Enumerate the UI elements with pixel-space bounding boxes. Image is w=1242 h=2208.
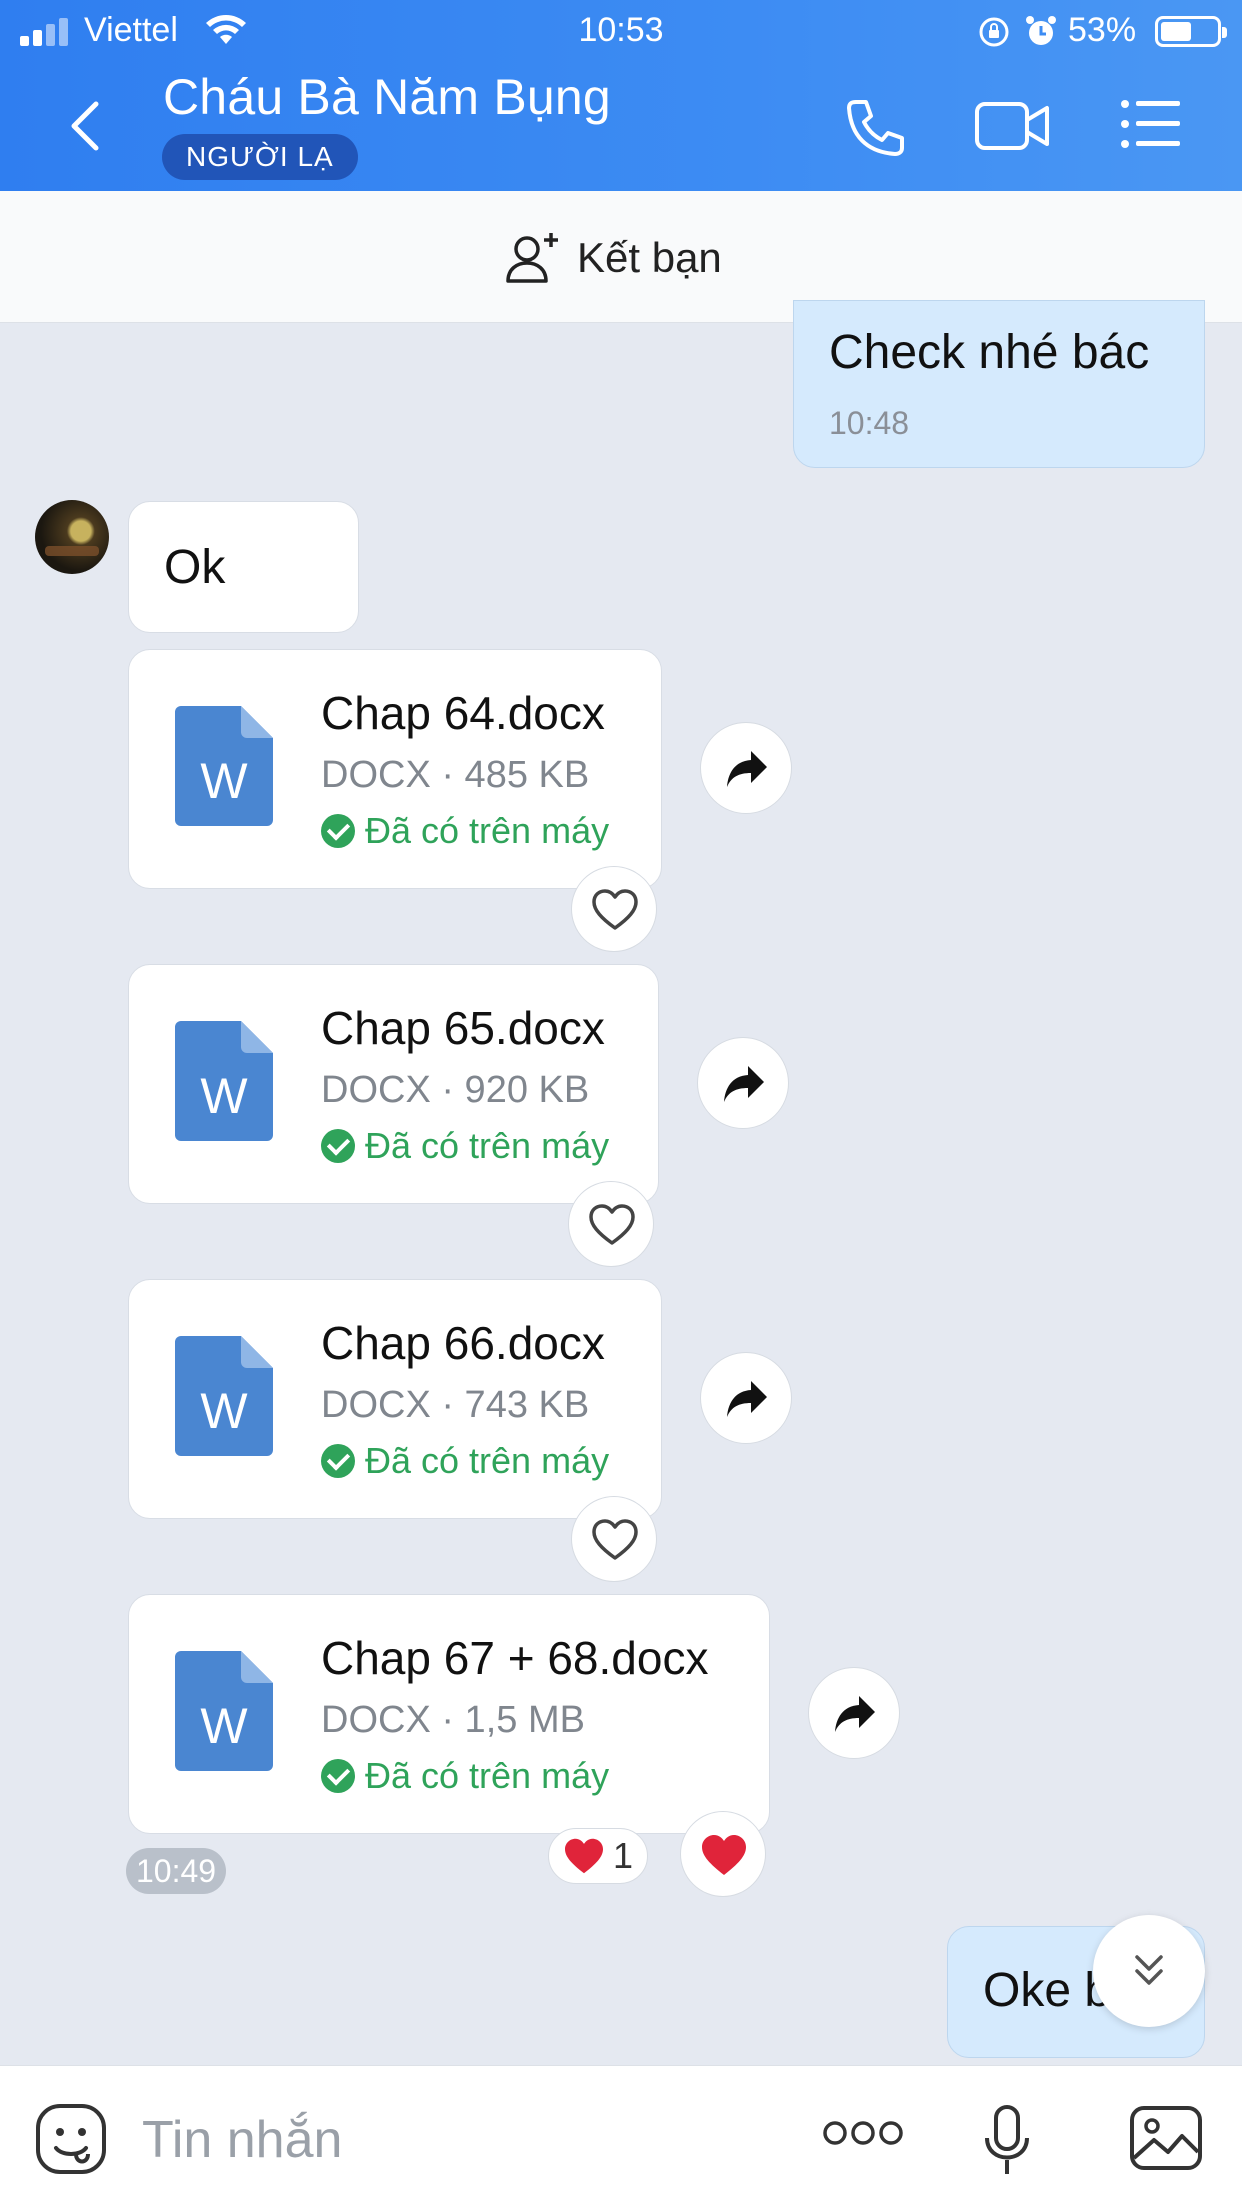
word-doc-icon: W xyxy=(175,1651,273,1771)
file-status: Đã có trên máy xyxy=(321,1755,609,1797)
add-user-icon xyxy=(506,233,558,283)
message-input[interactable]: Tin nhắn xyxy=(142,2110,342,2170)
file-status-text: Đã có trên máy xyxy=(365,1440,610,1481)
forward-button[interactable] xyxy=(697,1037,789,1129)
word-doc-icon: W xyxy=(175,1336,273,1456)
file-name: Chap 67 + 68.docx xyxy=(321,1632,709,1684)
forward-icon xyxy=(727,751,767,787)
avatar[interactable] xyxy=(35,500,109,574)
received-message[interactable]: Ok xyxy=(128,501,359,633)
file-name: Chap 66.docx xyxy=(321,1317,605,1369)
heart-filled-icon xyxy=(702,1835,746,1875)
phone-call-icon[interactable] xyxy=(842,96,908,162)
back-icon[interactable] xyxy=(62,96,112,156)
message-text: Oke b xyxy=(983,1964,1112,2017)
file-status-text: Đã có trên máy xyxy=(365,1755,610,1796)
word-doc-icon: W xyxy=(175,706,273,826)
word-doc-icon: W xyxy=(175,1021,273,1141)
file-status: Đã có trên máy xyxy=(321,1125,609,1167)
react-heart-button[interactable] xyxy=(680,1811,766,1897)
chat-header: Viettel 10:53 53% Cháu Bà Năm Bụng NGƯỜI… xyxy=(0,0,1242,191)
image-gallery-icon[interactable] xyxy=(1128,2104,1204,2172)
file-meta: DOCX · 920 KB xyxy=(321,1069,590,1111)
heart-outline-icon xyxy=(589,1204,635,1245)
add-friend-label: Kết bạn xyxy=(577,234,722,281)
sent-message[interactable]: Check nhé bác 10:48 xyxy=(793,300,1205,468)
doc-letter: W xyxy=(200,1698,248,1754)
check-circle-icon xyxy=(321,1444,355,1478)
message-timestamp: 10:49 xyxy=(126,1848,227,1894)
alarm-icon xyxy=(1026,16,1056,45)
file-status: Đã có trên máy xyxy=(321,810,609,852)
file-name: Chap 64.docx xyxy=(321,687,605,739)
forward-icon xyxy=(835,1696,875,1732)
more-icon[interactable] xyxy=(822,2118,904,2148)
check-circle-icon xyxy=(321,814,355,848)
stranger-badge: NGƯỜI LẠ xyxy=(162,134,358,180)
doc-letter: W xyxy=(200,753,248,809)
rotation-lock-icon xyxy=(979,17,1009,47)
doc-letter: W xyxy=(200,1383,248,1439)
file-status: Đã có trên máy xyxy=(321,1440,609,1482)
message-text: Check nhé bác xyxy=(829,326,1150,379)
check-circle-icon xyxy=(321,1759,355,1793)
reaction-summary[interactable]: 1 xyxy=(548,1828,649,1884)
file-name: Chap 65.docx xyxy=(321,1002,605,1054)
status-bar: Viettel 10:53 53% xyxy=(0,0,1242,62)
forward-button[interactable] xyxy=(808,1667,900,1759)
heart-filled-icon xyxy=(565,1838,603,1874)
battery-icon xyxy=(1155,16,1227,47)
like-button[interactable] xyxy=(568,1181,654,1267)
doc-letter: W xyxy=(200,1068,248,1124)
microphone-icon[interactable] xyxy=(982,2104,1032,2178)
reaction-count: 1 xyxy=(613,1835,634,1876)
sticker-icon[interactable] xyxy=(34,2102,108,2176)
file-status-text: Đã có trên máy xyxy=(365,1125,610,1166)
battery-percent: 53% xyxy=(1068,11,1137,49)
check-circle-icon xyxy=(321,1129,355,1163)
add-friend-button[interactable]: Kết bạn xyxy=(505,231,722,285)
forward-button[interactable] xyxy=(700,1352,792,1444)
file-message[interactable]: W Chap 66.docx DOCX · 743 KB Đã có trên … xyxy=(128,1279,662,1519)
file-message[interactable]: W Chap 67 + 68.docx DOCX · 1,5 MB Đã có … xyxy=(128,1594,770,1834)
message-time: 10:48 xyxy=(829,405,910,441)
message-text: Ok xyxy=(164,541,226,594)
file-status-text: Đã có trên máy xyxy=(365,810,610,851)
heart-outline-icon xyxy=(592,1519,638,1560)
heart-outline-icon xyxy=(592,889,638,930)
forward-icon xyxy=(724,1066,764,1102)
like-button[interactable] xyxy=(571,1496,657,1582)
forward-icon xyxy=(727,1381,767,1417)
video-call-icon[interactable] xyxy=(973,96,1051,156)
contact-name[interactable]: Cháu Bà Năm Bụng xyxy=(163,68,611,126)
file-meta: DOCX · 485 KB xyxy=(321,754,590,796)
menu-icon[interactable] xyxy=(1120,96,1182,152)
like-button[interactable] xyxy=(571,866,657,952)
scroll-to-bottom-button[interactable] xyxy=(1093,1915,1205,2027)
double-chevron-down-icon xyxy=(1135,1955,1163,1985)
forward-button[interactable] xyxy=(700,722,792,814)
file-message[interactable]: W Chap 64.docx DOCX · 485 KB Đã có trên … xyxy=(128,649,662,889)
file-meta: DOCX · 743 KB xyxy=(321,1384,590,1426)
file-meta: DOCX · 1,5 MB xyxy=(321,1699,585,1741)
file-message[interactable]: W Chap 65.docx DOCX · 920 KB Đã có trên … xyxy=(128,964,659,1204)
message-input-bar: Tin nhắn xyxy=(0,2065,1242,2208)
